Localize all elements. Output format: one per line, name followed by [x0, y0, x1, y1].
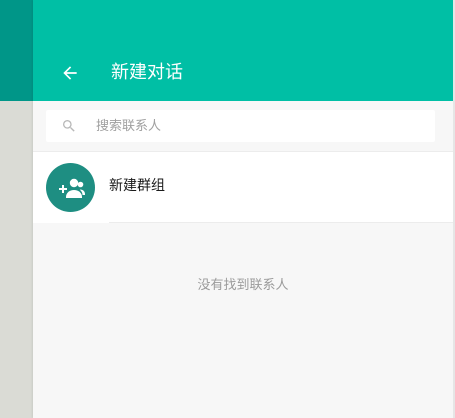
search-area: [33, 101, 453, 151]
background-panel: [0, 101, 33, 418]
app-root: 新建对话 搜索联系人 新建群组 没有找到联系人: [0, 0, 455, 418]
new-group-label: 新建群组: [109, 178, 165, 194]
search-icon: [63, 120, 75, 132]
search-input[interactable]: [96, 110, 426, 142]
drawer-header: 新建对话: [33, 0, 453, 101]
background-panel-header: [0, 0, 33, 101]
contact-list: 新建群组: [33, 151, 453, 223]
divider: [109, 222, 453, 223]
add-group-icon: [58, 178, 85, 198]
back-button[interactable]: [57, 60, 83, 86]
page-title: 新建对话: [111, 62, 183, 83]
new-group-item[interactable]: 新建群组: [33, 152, 453, 223]
empty-state-text: 没有找到联系人: [197, 278, 289, 293]
search-box[interactable]: [46, 110, 435, 142]
avatar: [46, 163, 95, 212]
new-chat-drawer: 新建对话 搜索联系人 新建群组 没有找到联系人: [33, 0, 453, 418]
arrow-left-icon: [63, 66, 77, 80]
